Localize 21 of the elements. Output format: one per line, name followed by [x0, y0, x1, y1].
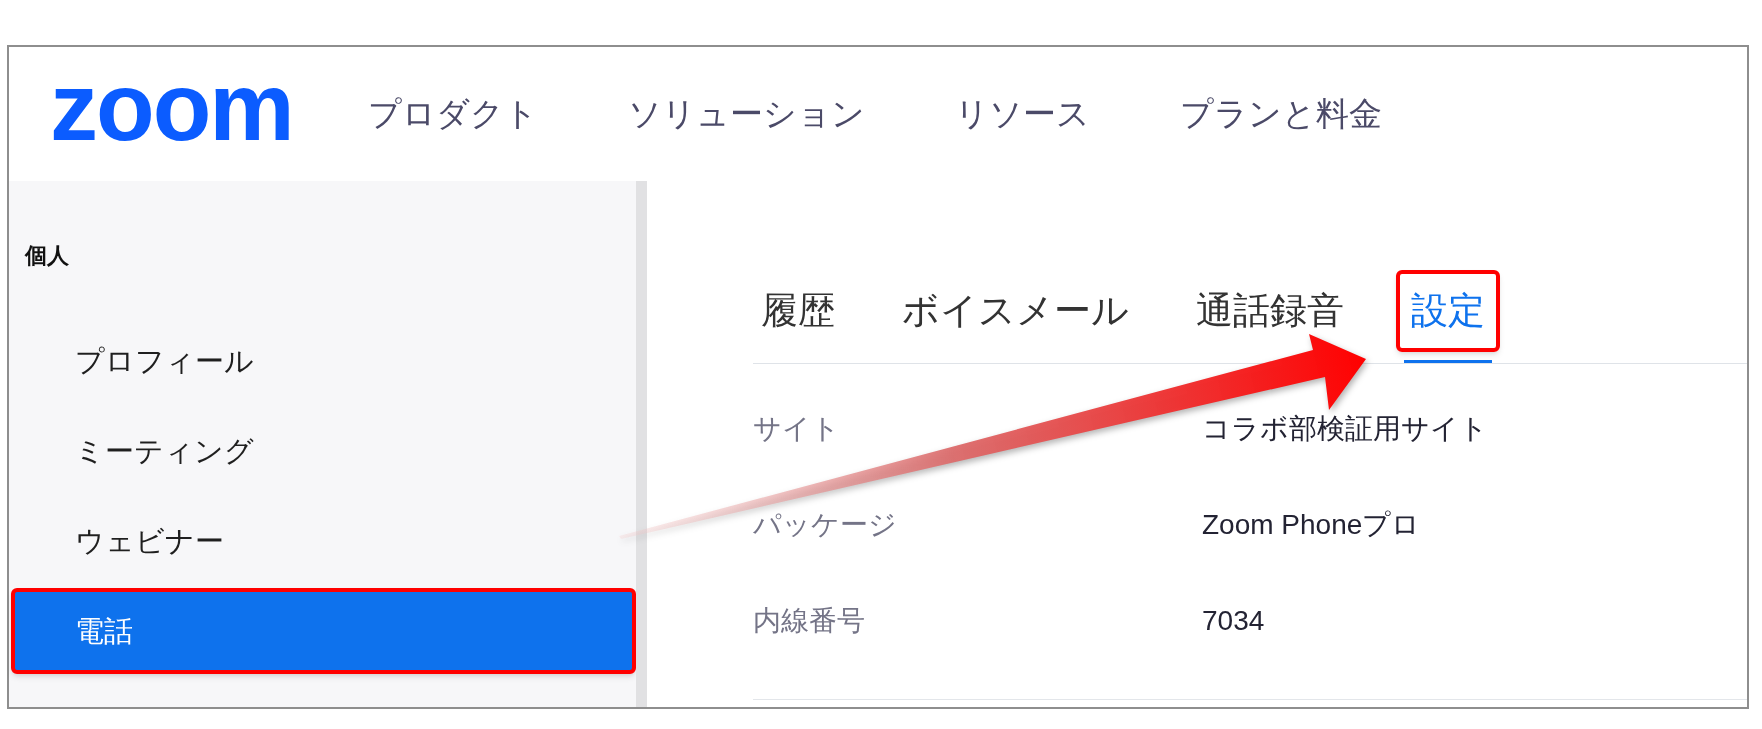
- field-value: 7034: [1202, 606, 1265, 636]
- field-value: コラボ部検証用サイト: [1202, 414, 1488, 444]
- nav-link[interactable]: リソース: [954, 94, 1090, 134]
- tab[interactable]: 通話録音: [1196, 292, 1344, 330]
- tab[interactable]: 履歴: [761, 292, 835, 330]
- tab[interactable]: ボイスメール: [902, 292, 1129, 330]
- nav-link[interactable]: ソリューション: [627, 94, 865, 134]
- field-label: 内線番号: [753, 607, 866, 635]
- sidebar-item[interactable]: プロフィール: [11, 318, 636, 404]
- tab[interactable]: 設定: [1396, 270, 1500, 352]
- sidebar-item[interactable]: ミーティング: [11, 408, 636, 494]
- field-label: サイト: [753, 415, 841, 443]
- zoom-logo[interactable]: zoom: [50, 59, 293, 155]
- nav-link[interactable]: プランと料金: [1179, 94, 1382, 134]
- scrollbar[interactable]: [636, 181, 647, 707]
- sidebar-item[interactable]: 電話: [11, 588, 636, 674]
- nav-link[interactable]: プロダクト: [367, 94, 538, 134]
- field-value: Zoom Phoneプロ: [1202, 510, 1421, 540]
- sidebar-item[interactable]: ウェビナー: [11, 498, 636, 584]
- field-label: パッケージ: [753, 511, 898, 539]
- sidebar-heading: 個人: [25, 243, 69, 269]
